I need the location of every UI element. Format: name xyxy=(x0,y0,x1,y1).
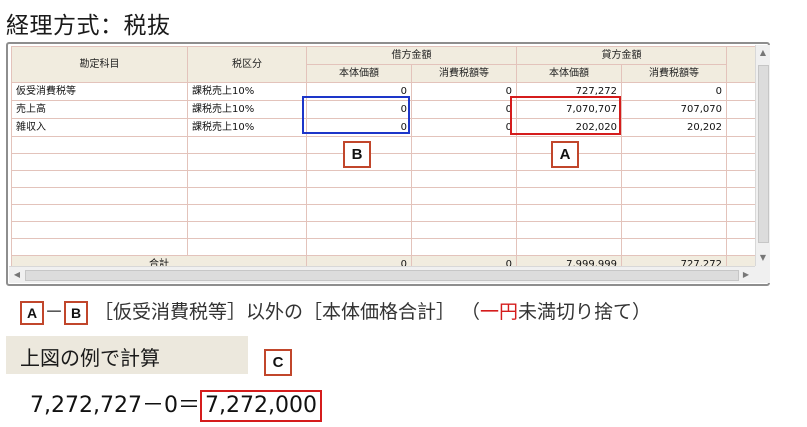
scroll-left-icon[interactable]: ◀ xyxy=(10,270,24,279)
header-account[interactable]: 勘定科目 xyxy=(11,46,188,83)
formula-marker-b: B xyxy=(64,300,88,325)
highlight-box-a xyxy=(510,96,621,135)
header-debit-body[interactable]: 本体価額 xyxy=(306,64,412,83)
vertical-scroll-thumb[interactable] xyxy=(758,65,769,243)
header-credit-tax[interactable]: 消費税額等 xyxy=(621,64,727,83)
page-title: 経理方式：税抜 xyxy=(6,13,171,39)
header-credit-body[interactable]: 本体価額 xyxy=(516,64,622,83)
cell-credit-tax[interactable]: 707,070 xyxy=(621,100,727,119)
scroll-down-icon[interactable]: ▼ xyxy=(756,253,770,262)
formula-marker-a: A xyxy=(20,300,44,325)
scroll-up-icon[interactable]: ▲ xyxy=(756,48,770,57)
cell-account[interactable]: 雑収入 xyxy=(11,118,188,137)
formula-minus: － xyxy=(44,301,64,323)
cell-account[interactable]: 仮受消費税等 xyxy=(11,82,188,101)
header-spacer xyxy=(726,46,758,83)
example-label: 上図の例で計算 xyxy=(20,346,160,370)
journal-grid: 勘定科目 税区分 借方金額 貸方金額 本体価額 消費税額等 本体価額 消費税額等… xyxy=(11,46,758,274)
empty-row[interactable] xyxy=(11,170,758,188)
header-debit-tax[interactable]: 消費税額等 xyxy=(411,64,517,83)
cell-tax-class[interactable]: 課税売上10% xyxy=(187,82,307,101)
empty-row[interactable] xyxy=(11,153,758,171)
cell-debit-tax[interactable]: 0 xyxy=(411,82,517,101)
cell-spacer xyxy=(726,82,758,101)
empty-row[interactable] xyxy=(11,221,758,239)
cell-debit-tax[interactable]: 0 xyxy=(411,118,517,137)
cell-tax-class[interactable]: 課税売上10% xyxy=(187,100,307,119)
vertical-scrollbar[interactable]: ▲ ▼ xyxy=(755,45,770,267)
empty-row[interactable] xyxy=(11,204,758,222)
empty-row[interactable] xyxy=(11,238,758,256)
marker-a: A xyxy=(551,141,579,168)
cell-tax-class[interactable]: 課税売上10% xyxy=(187,118,307,137)
cell-credit-tax[interactable]: 20,202 xyxy=(621,118,727,137)
scrollbar-corner xyxy=(755,266,770,283)
cell-spacer xyxy=(726,100,758,119)
cell-account[interactable]: 売上高 xyxy=(11,100,188,119)
empty-row[interactable] xyxy=(11,187,758,205)
marker-b: B xyxy=(343,141,371,168)
cell-debit-tax[interactable]: 0 xyxy=(411,100,517,119)
empty-row[interactable] xyxy=(11,136,758,154)
journal-grid-window: 勘定科目 税区分 借方金額 貸方金額 本体価額 消費税額等 本体価額 消費税額等… xyxy=(6,42,770,286)
calculation-result: 7,272,000 xyxy=(199,390,322,422)
scroll-right-icon[interactable]: ▶ xyxy=(739,270,753,279)
header-debit[interactable]: 借方金額 xyxy=(306,46,517,65)
cell-credit-tax[interactable]: 0 xyxy=(621,82,727,101)
cell-spacer xyxy=(726,118,758,137)
formula-note-red: 一円 xyxy=(480,301,519,323)
formula-note-rest: 未満切り捨て） xyxy=(518,301,652,323)
header-credit[interactable]: 貸方金額 xyxy=(516,46,727,65)
highlight-box-b xyxy=(302,96,410,134)
calculation-expression: 7,272,727－0＝ xyxy=(30,393,200,418)
formula-note-open: （ xyxy=(461,301,481,323)
horizontal-scroll-thumb[interactable] xyxy=(25,270,739,281)
formula-description: ［仮受消費税等］以外の［本体価格合計］ xyxy=(94,301,456,323)
formula-line: A － B ［仮受消費税等］以外の［本体価格合計］ （一円未満切り捨て） xyxy=(20,297,651,325)
header-tax-class[interactable]: 税区分 xyxy=(187,46,307,83)
calculation-line: 7,272,727－0＝ 7,272,000 xyxy=(30,387,322,422)
marker-c: C xyxy=(264,349,292,376)
horizontal-scrollbar[interactable]: ◀ ▶ xyxy=(9,266,755,283)
